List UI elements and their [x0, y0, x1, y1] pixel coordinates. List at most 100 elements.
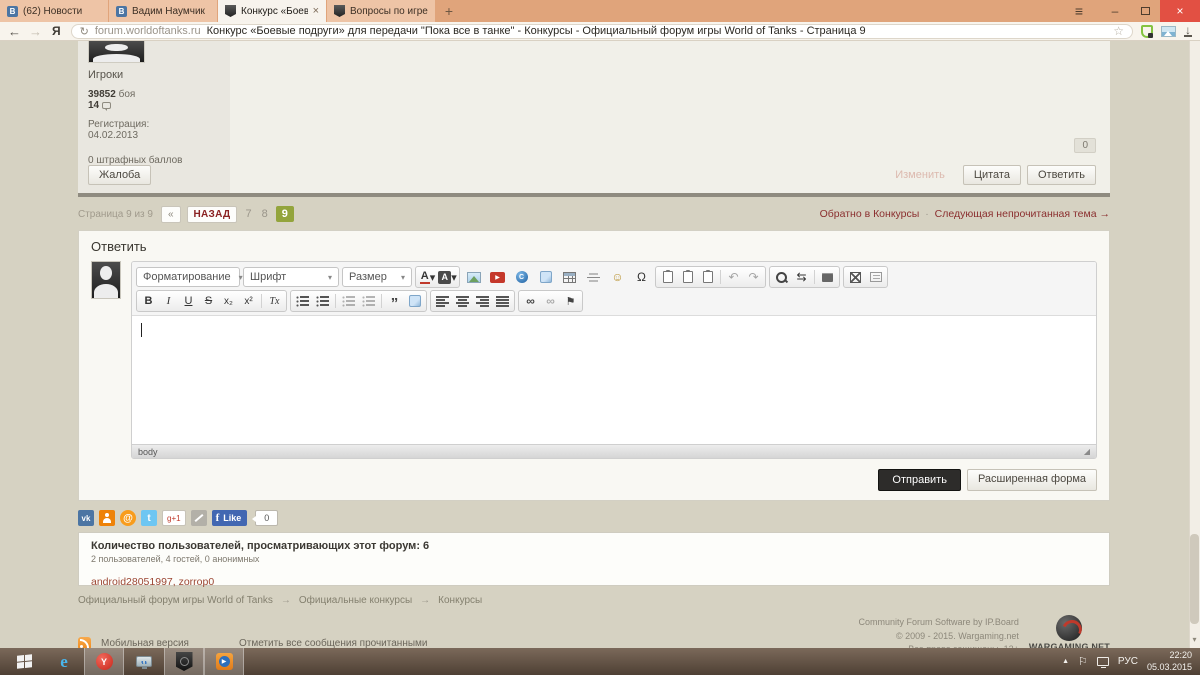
- user-avatar[interactable]: [88, 41, 145, 63]
- facebook-like-button[interactable]: f Like: [211, 510, 248, 526]
- next-unread-link[interactable]: Следующая непрочитанная тема →: [935, 208, 1110, 220]
- taskbar-world-of-tanks[interactable]: [164, 648, 204, 675]
- tab-close-icon[interactable]: ×: [313, 5, 319, 17]
- strike-button[interactable]: S: [199, 292, 218, 310]
- wargaming-logo[interactable]: WARGAMING.NET LET'S BATTLE: [1029, 615, 1110, 648]
- page-link-8[interactable]: 8: [260, 208, 270, 220]
- maximize-button[interactable]: [846, 268, 865, 286]
- paste-button[interactable]: [658, 268, 677, 286]
- outdent-button[interactable]: [339, 292, 358, 310]
- show-blocks-button[interactable]: [866, 268, 885, 286]
- mark-read-link[interactable]: Отметить все сообщения прочитанными: [239, 638, 428, 648]
- page-scrollbar[interactable]: ▾: [1189, 41, 1200, 648]
- insert-media-button[interactable]: C: [511, 268, 532, 286]
- edit-link[interactable]: Изменить: [895, 169, 945, 181]
- turbo-picture-icon[interactable]: [1161, 25, 1176, 37]
- unlink-button[interactable]: ∞: [541, 292, 560, 310]
- indent-button[interactable]: [359, 292, 378, 310]
- special-char-button[interactable]: Ω: [631, 268, 652, 286]
- yandex-logo[interactable]: Я: [52, 24, 61, 38]
- size-dropdown[interactable]: Размер ▾: [342, 267, 412, 287]
- redo-button[interactable]: ↷: [744, 268, 763, 286]
- close-button[interactable]: ×: [1160, 0, 1200, 22]
- undo-button[interactable]: ↶: [724, 268, 743, 286]
- advanced-form-button[interactable]: Расширенная форма: [966, 469, 1097, 491]
- scrollbar-thumb[interactable]: [1190, 534, 1199, 624]
- reply-button[interactable]: Ответить: [1026, 165, 1096, 185]
- action-center-flag-icon[interactable]: ⚐: [1078, 655, 1088, 668]
- gplus-button[interactable]: g+1: [162, 510, 186, 526]
- restore-button[interactable]: [1130, 0, 1160, 22]
- remove-format-button[interactable]: Tx: [265, 292, 284, 310]
- language-indicator[interactable]: РУС: [1118, 656, 1138, 667]
- address-input[interactable]: ↻ forum.worldoftanks.ru Конкурс «Боевые …: [70, 23, 1133, 39]
- element-path[interactable]: body: [138, 447, 158, 457]
- twitter-share-icon[interactable]: t: [141, 510, 157, 526]
- first-page-button[interactable]: «: [160, 205, 181, 223]
- align-center-button[interactable]: [453, 292, 472, 310]
- breadcrumb-forum-link[interactable]: Официальный форум игры World of Tanks: [78, 595, 273, 606]
- text-color-button[interactable]: A ▾: [418, 268, 437, 286]
- scrollbar-down-icon[interactable]: ▾: [1190, 635, 1199, 644]
- bold-button[interactable]: B: [139, 292, 158, 310]
- quote-button[interactable]: ”: [385, 292, 404, 311]
- report-button[interactable]: Жалоба: [88, 165, 152, 185]
- underline-button[interactable]: U: [179, 292, 198, 310]
- security-shield-icon[interactable]: [1141, 24, 1153, 38]
- breadcrumb-section-link[interactable]: Конкурсы: [438, 595, 482, 606]
- align-right-button[interactable]: [473, 292, 492, 310]
- insert-table-button[interactable]: [559, 268, 580, 286]
- vk-share-icon[interactable]: vk: [78, 510, 94, 526]
- tray-expand-icon[interactable]: ▲: [1062, 658, 1069, 665]
- minimize-button[interactable]: –: [1100, 0, 1130, 22]
- insert-video-button[interactable]: ▶: [487, 268, 508, 286]
- insert-page-button[interactable]: [535, 268, 556, 286]
- start-button[interactable]: [4, 648, 44, 675]
- replace-button[interactable]: ⇆: [792, 268, 811, 286]
- back-page-button[interactable]: НАЗАД: [186, 205, 238, 223]
- taskbar-system-monitor[interactable]: [124, 648, 164, 675]
- align-left-button[interactable]: [433, 292, 452, 310]
- paste-text-button[interactable]: [678, 268, 697, 286]
- share-icon[interactable]: [190, 510, 207, 526]
- new-tab-button[interactable]: +: [436, 0, 462, 22]
- taskbar-ie[interactable]: e: [44, 648, 84, 675]
- odnoklassniki-share-icon[interactable]: [99, 510, 115, 526]
- link-button[interactable]: ∞: [521, 292, 540, 310]
- ordered-list-button[interactable]: [293, 292, 312, 310]
- insert-image-button[interactable]: [463, 268, 484, 286]
- superscript-button[interactable]: x²: [239, 292, 258, 310]
- stats-user-links[interactable]: android28051997, zorrop0: [91, 576, 1097, 588]
- submit-button[interactable]: Отправить: [878, 469, 961, 491]
- align-justify-button[interactable]: [493, 292, 512, 310]
- select-all-button[interactable]: [818, 268, 837, 286]
- reload-icon[interactable]: ↻: [80, 25, 89, 38]
- code-button[interactable]: [405, 292, 424, 310]
- network-icon[interactable]: [1096, 657, 1109, 668]
- breadcrumb-contests-link[interactable]: Официальные конкурсы: [299, 595, 412, 606]
- back-icon[interactable]: ←: [8, 25, 21, 38]
- smiley-button[interactable]: ☺: [607, 268, 628, 286]
- find-button[interactable]: [772, 268, 791, 286]
- paste-word-button[interactable]: [698, 268, 717, 286]
- bullet-list-button[interactable]: [313, 292, 332, 310]
- menu-icon[interactable]: ≡: [1064, 0, 1094, 22]
- taskbar-clock[interactable]: 22:20 05.03.2015: [1147, 650, 1192, 673]
- rss-icon[interactable]: [78, 637, 91, 648]
- editor-text-area[interactable]: [132, 316, 1096, 444]
- tab-profile[interactable]: В Вадим Наумчик: [109, 0, 217, 22]
- format-dropdown[interactable]: Форматирование ▾: [136, 267, 243, 287]
- download-icon[interactable]: ↓: [1184, 24, 1192, 37]
- bg-color-button[interactable]: A ▾: [438, 268, 457, 286]
- anchor-flag-button[interactable]: ⚑: [561, 292, 580, 310]
- mailru-share-icon[interactable]: @: [120, 510, 136, 526]
- resize-handle[interactable]: ◢: [1084, 447, 1090, 456]
- page-link-7[interactable]: 7: [243, 208, 253, 220]
- tab-news[interactable]: В (62) Новости: [0, 0, 108, 22]
- taskbar-yandex-browser[interactable]: Y: [84, 648, 124, 675]
- taskbar-media-player[interactable]: ▶: [204, 648, 244, 675]
- forward-icon[interactable]: →: [29, 25, 42, 38]
- font-dropdown[interactable]: Шрифт ▾: [243, 267, 339, 287]
- mobile-version-link[interactable]: Мобильная версия: [101, 638, 189, 648]
- tab-contest-active[interactable]: Конкурс «Боевые под ×: [218, 0, 326, 22]
